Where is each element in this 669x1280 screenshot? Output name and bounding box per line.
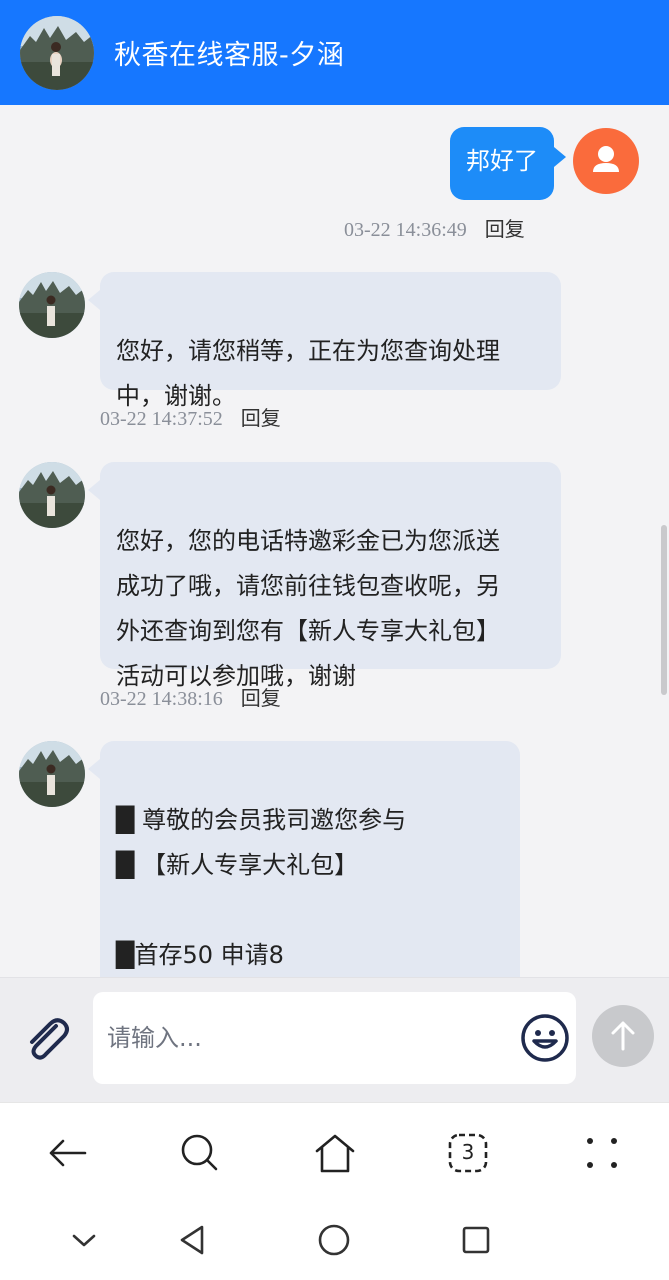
message-bubble-incoming: 您好，请您稍等，正在为您查询处理 中，谢谢。 <box>88 272 561 410</box>
message-time: 03-22 14:37:52 <box>100 408 223 430</box>
user-icon <box>593 146 619 172</box>
message-text: 邦好了 <box>466 147 538 175</box>
message-text: 您好，请您稍等，正在为您查询处理 中，谢谢。 <box>116 337 500 410</box>
message-meta: 03-22 14:37:52 回复 <box>100 402 281 431</box>
chevron-down-icon[interactable] <box>66 1222 102 1258</box>
paperclip-icon[interactable] <box>20 1012 74 1066</box>
reply-button[interactable]: 回复 <box>241 686 281 710</box>
message-input[interactable] <box>93 992 493 1084</box>
recents-square-icon[interactable] <box>458 1222 494 1258</box>
tab-count: 3 <box>461 1140 475 1164</box>
agent-message-avatar[interactable] <box>19 741 85 807</box>
agent-avatar[interactable] <box>20 15 94 90</box>
chat-title: 秋香在线客服-夕涵 <box>114 40 345 71</box>
agent-message-avatar[interactable] <box>19 462 85 528</box>
smile-icon[interactable] <box>520 1013 570 1063</box>
message-input-box[interactable] <box>93 992 576 1084</box>
back-triangle-icon[interactable] <box>174 1222 210 1258</box>
agent-message-avatar[interactable] <box>19 272 85 338</box>
home-icon[interactable] <box>313 1131 357 1175</box>
message-bubble-incoming: █ 尊敬的会员我司邀您参与 █ 【新人专享大礼包】 █首存50 申请8 <box>88 741 520 977</box>
arrow-up-icon <box>611 1021 635 1051</box>
message-list[interactable]: 邦好了 03-22 14:36:49 回复 您好，请您稍等，正在为您查询处理 中，… <box>0 105 669 977</box>
composer-bar <box>0 977 669 1102</box>
chat-header: 秋香在线客服-夕涵 <box>0 0 669 105</box>
scrollbar[interactable] <box>661 525 667 695</box>
dots-grid-icon[interactable] <box>580 1131 624 1175</box>
browser-toolbar: 3 <box>0 1102 669 1202</box>
message-time: 03-22 14:38:16 <box>100 688 223 710</box>
reply-button[interactable]: 回复 <box>485 217 525 241</box>
send-button[interactable] <box>592 1005 654 1067</box>
message-time: 03-22 14:36:49 <box>344 219 467 241</box>
message-text: █ 尊敬的会员我司邀您参与 █ 【新人专享大礼包】 █首存50 申请8 <box>116 806 407 969</box>
message-bubble-outgoing: 邦好了 <box>450 127 566 200</box>
home-circle-icon[interactable] <box>316 1222 352 1258</box>
message-meta: 03-22 14:38:16 回复 <box>100 682 281 711</box>
message-bubble-incoming: 您好，您的电话特邀彩金已为您派送 成功了哦，请您前往钱包查收呢，另 外还查询到您… <box>88 462 561 690</box>
message-meta: 03-22 14:36:49 回复 <box>344 213 525 242</box>
reply-button[interactable]: 回复 <box>241 406 281 430</box>
search-icon[interactable] <box>178 1131 222 1175</box>
user-avatar[interactable] <box>573 128 639 194</box>
message-text: 您好，您的电话特邀彩金已为您派送 成功了哦，请您前往钱包查收呢，另 外还查询到您… <box>116 527 500 690</box>
tabs-icon[interactable]: 3 <box>446 1131 490 1175</box>
arrow-left-icon[interactable] <box>45 1131 89 1175</box>
system-nav-bar <box>0 1202 669 1280</box>
